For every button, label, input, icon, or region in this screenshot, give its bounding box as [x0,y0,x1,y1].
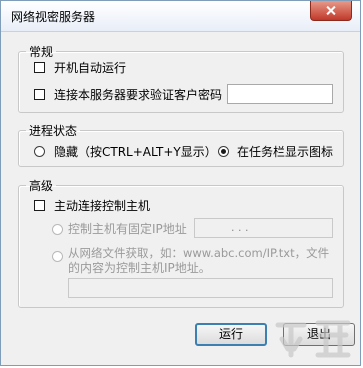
verify-password-label: 连接本服务器要求验证客户密码 [54,88,223,102]
fixed-ip-label: 控制主机有固定IP地址 [68,222,187,236]
active-connect-checkbox[interactable] [34,200,45,211]
ip-address-separators: . . . [231,221,249,234]
close-button[interactable] [310,1,352,21]
window-title: 网络视密服务器 [11,10,96,24]
fixed-ip-radio[interactable] [52,224,63,235]
dialog-window: 网络视密服务器 常规 开机自动运行 连接本服务器要求验证客户密码 进程状态 隐藏… [0,0,361,366]
autostart-label: 开机自动运行 [54,61,127,75]
run-button[interactable]: 运行 [195,323,267,346]
watermark-logo [275,320,351,358]
autostart-checkbox[interactable] [34,62,45,73]
general-legend: 常规 [29,45,54,59]
advanced-legend: 高级 [29,179,54,193]
verify-password-checkbox[interactable] [34,89,45,100]
ip-address-input[interactable]: . . . [194,218,333,238]
hide-label: 隐藏（按CTRL+ALT+Y显示） [54,145,217,159]
title-bar: 网络视密服务器 [1,1,360,32]
tray-icon-label: 在任务栏显示图标 [237,145,334,159]
password-input[interactable] [227,84,333,104]
process-state-legend: 进程状态 [29,124,78,138]
hide-radio[interactable] [34,146,45,157]
tray-icon-radio[interactable] [218,146,229,157]
active-connect-label: 主动连接控制主机 [54,199,151,213]
fetch-url-input[interactable] [68,278,333,298]
fetch-from-file-radio[interactable] [52,251,63,262]
fetch-from-file-label-line2: 的内容为控制主机IP地址。 [68,261,211,275]
